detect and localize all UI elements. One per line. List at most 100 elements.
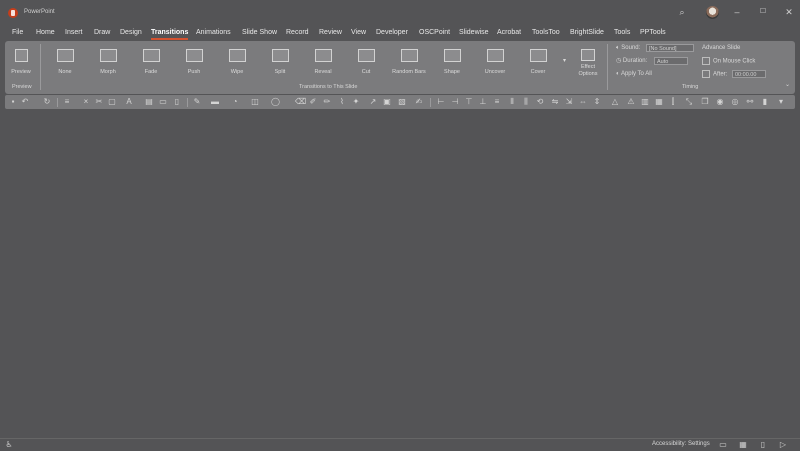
after-checkbox[interactable]: After: — [702, 70, 727, 79]
tab-tools[interactable]: Tools — [614, 27, 630, 39]
transition-wipe[interactable]: Wipe — [218, 47, 256, 75]
pointer-icon[interactable]: ⤡ — [685, 98, 693, 106]
grid-icon[interactable]: ▦ — [655, 98, 663, 106]
ungroup-icon[interactable]: ▧ — [398, 98, 406, 106]
tab-toolstoo[interactable]: ToolsToo — [532, 27, 560, 39]
picture-icon[interactable]: ▥ — [641, 98, 649, 106]
tab-design[interactable]: Design — [120, 27, 142, 39]
eye-icon[interactable]: ◉ — [716, 98, 724, 106]
tab-slidewise[interactable]: Slidewise — [459, 27, 489, 39]
copy-icon[interactable]: ▢ — [108, 98, 116, 106]
transition-push[interactable]: Push — [175, 47, 213, 75]
line-color-icon[interactable]: ✎ — [193, 98, 201, 106]
transition-cut[interactable]: Cut — [347, 47, 385, 75]
align-middle-icon[interactable]: ⊥ — [479, 98, 487, 106]
tab-view[interactable]: View — [351, 27, 366, 39]
tab-slide-show[interactable]: Slide Show — [242, 27, 277, 39]
align-bottom-icon[interactable]: ≡ — [493, 98, 501, 106]
eraser-icon[interactable]: ⌫ — [295, 98, 306, 106]
lasso-icon[interactable]: ↗ — [369, 98, 377, 106]
align-icon[interactable]: ≡ — [63, 98, 71, 106]
frame-icon[interactable]: ▯ — [173, 98, 181, 106]
match-height-icon[interactable]: ⇕ — [593, 98, 601, 106]
tab-brightslide[interactable]: BrightSlide — [570, 27, 604, 39]
search-icon[interactable]: ⌕ — [676, 7, 688, 17]
shapes-icon[interactable]: ◫ — [251, 98, 259, 106]
note-icon[interactable]: ▮ — [761, 98, 769, 106]
tab-pptools[interactable]: PPTools — [640, 27, 666, 39]
distribute-v-icon[interactable]: ⫼ — [522, 98, 530, 106]
tab-insert[interactable]: Insert — [65, 27, 83, 39]
transition-reveal[interactable]: Reveal — [304, 47, 342, 75]
pen-icon[interactable]: ✐ — [309, 98, 317, 106]
align-center-icon[interactable]: ⊣ — [451, 98, 459, 106]
undo-icon[interactable]: ↶ — [21, 98, 29, 106]
on-mouse-click-checkbox[interactable]: On Mouse Click — [702, 57, 755, 66]
outline-icon[interactable]: ◯ — [271, 98, 280, 106]
slide-sorter-icon[interactable]: ▦ — [738, 441, 748, 449]
fill-icon[interactable]: ▬ — [211, 98, 219, 106]
view-icon[interactable]: ◎ — [731, 98, 739, 106]
after-input[interactable]: 00:00.00 — [732, 70, 766, 78]
close-icon[interactable]: × — [82, 98, 90, 106]
reading-view-icon[interactable]: ▯ — [758, 441, 768, 449]
slideshow-icon[interactable]: ▷ — [778, 441, 788, 449]
brush-icon[interactable]: ✦ — [352, 98, 360, 106]
minimize-icon[interactable]: – — [731, 7, 743, 17]
tab-developer[interactable]: Developer — [376, 27, 408, 39]
align-top-icon[interactable]: ⊤ — [465, 98, 473, 106]
transition-none[interactable]: None — [46, 47, 84, 75]
customize-qat-icon[interactable]: ▾ — [777, 98, 785, 106]
match-width-icon[interactable]: ⇔ — [579, 98, 587, 106]
redo-icon[interactable]: ↻ — [43, 98, 51, 106]
stack-icon[interactable]: ❐ — [701, 98, 709, 106]
restore-icon[interactable]: ☐ — [757, 7, 769, 17]
effect-options-button[interactable]: Effect Options — [571, 47, 605, 78]
group-icon[interactable]: ▣ — [383, 98, 391, 106]
text-box-icon[interactable]: ▤ — [145, 98, 153, 106]
transition-shape[interactable]: Shape — [433, 47, 471, 75]
accessibility-status[interactable]: Accessibility: Settings — [652, 441, 710, 447]
columns-icon[interactable]: ⫿ — [669, 98, 677, 106]
accessibility-icon[interactable]: ♿︎ — [4, 441, 14, 449]
duration-input[interactable]: Auto — [654, 57, 688, 65]
shape-icon[interactable]: ◔ — [231, 98, 239, 106]
size-icon[interactable]: ⇲ — [565, 98, 573, 106]
tab-acrobat[interactable]: Acrobat — [497, 27, 521, 39]
tab-home[interactable]: Home — [36, 27, 55, 39]
font-color-icon[interactable]: A — [125, 98, 133, 106]
pencil-icon[interactable]: ✏ — [323, 98, 331, 106]
sound-dropdown[interactable]: [No Sound] — [646, 44, 694, 52]
transition-fade[interactable]: Fade — [132, 47, 170, 75]
transition-cover[interactable]: Cover — [519, 47, 557, 75]
transition-random-bars[interactable]: Random Bars — [390, 47, 428, 75]
warning-icon[interactable]: ⚠ — [627, 98, 635, 106]
tab-draw[interactable]: Draw — [94, 27, 110, 39]
gallery-more-icon[interactable]: ▾ — [563, 57, 566, 65]
edit-icon[interactable]: ✍ — [415, 98, 423, 106]
tab-oscpoint[interactable]: OSCPoint — [419, 27, 450, 39]
triangle-icon[interactable]: △ — [611, 98, 619, 106]
align-left-icon[interactable]: ⊢ — [437, 98, 445, 106]
highlighter-icon[interactable]: ⌇ — [338, 98, 346, 106]
close-icon[interactable]: ✕ — [783, 7, 795, 17]
collapse-ribbon-icon[interactable]: ⌄ — [785, 81, 790, 89]
avatar[interactable] — [706, 6, 719, 19]
preview-button[interactable]: Preview — [3, 47, 39, 75]
transition-morph[interactable]: Morph — [89, 47, 127, 75]
transition-uncover[interactable]: Uncover — [476, 47, 514, 75]
rotate-icon[interactable]: ⟲ — [536, 98, 544, 106]
transition-split[interactable]: Split — [261, 47, 299, 75]
link-icon[interactable]: ⚯ — [746, 98, 754, 106]
flip-icon[interactable]: ⇋ — [551, 98, 559, 106]
tab-review[interactable]: Review — [319, 27, 342, 39]
apply-to-all-button[interactable]: ◐ Apply To All — [616, 70, 652, 78]
tab-transitions[interactable]: Transitions — [151, 27, 189, 40]
normal-view-icon[interactable]: ▭ — [718, 441, 728, 449]
save-icon[interactable]: ▪ — [9, 98, 17, 106]
tab-record[interactable]: Record — [286, 27, 309, 39]
scissors-icon[interactable]: ✂ — [95, 98, 103, 106]
tab-animations[interactable]: Animations — [196, 27, 231, 39]
tab-file[interactable]: File — [12, 27, 23, 39]
crop-icon[interactable]: ▭ — [159, 98, 167, 106]
